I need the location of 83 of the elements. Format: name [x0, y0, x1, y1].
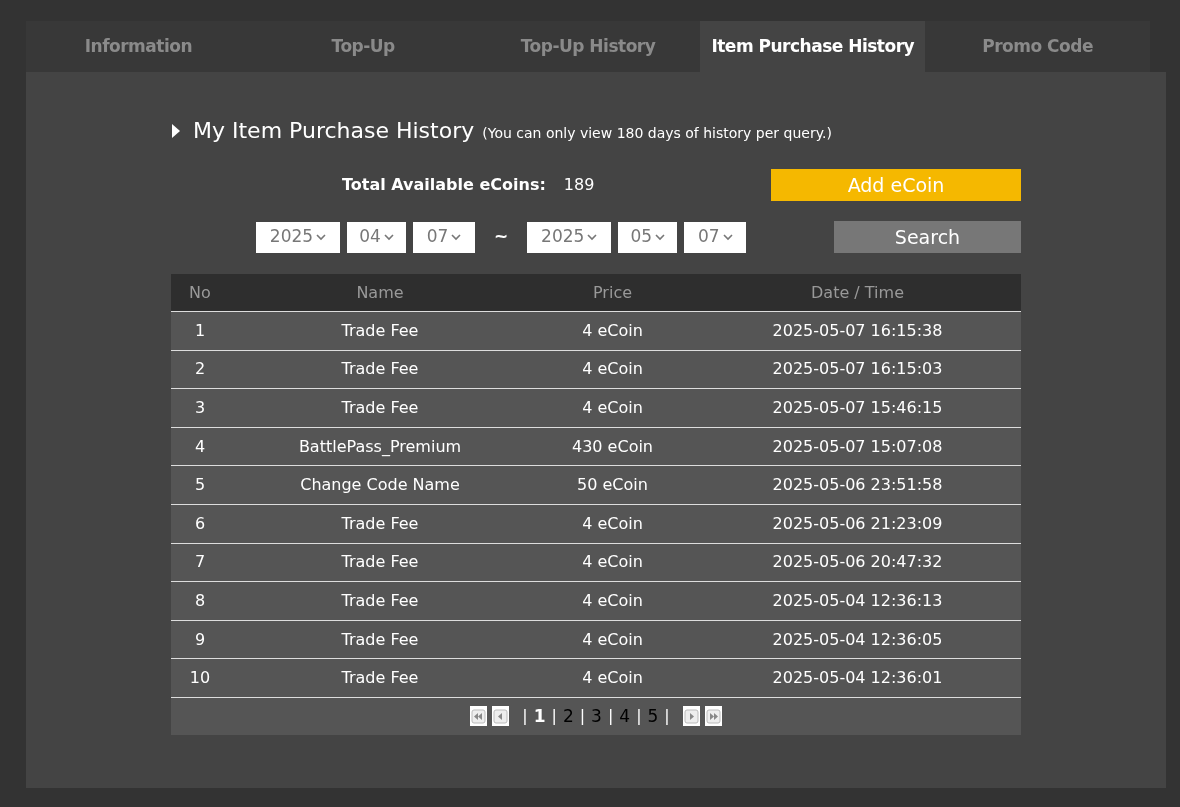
column-header: Date / Time — [810, 281, 905, 304]
table-cell-text: 6 — [193, 512, 207, 535]
table-cell-text: 4 eCoin — [581, 667, 644, 690]
table-cell-text: Change Code Name — [299, 474, 461, 497]
table-cell-text: 4 eCoin — [581, 628, 644, 651]
table-cell-text: BattlePass_Premium — [297, 435, 463, 458]
date-dropdown[interactable]: 2025 — [256, 221, 340, 253]
date-dropdown[interactable]: 2025 — [527, 221, 612, 253]
range-separator: ~ — [494, 225, 509, 249]
tab[interactable]: Promo Code — [925, 21, 1150, 72]
table-cell-text: 2025-05-06 21:23:09 — [771, 512, 944, 535]
tab[interactable]: Top-Up History — [475, 21, 701, 72]
table-cell-text: 2025-05-07 15:07:08 — [771, 435, 944, 458]
table-cell-text: 1 — [193, 319, 207, 342]
tab[interactable]: Information — [26, 21, 251, 72]
table-cell-text: 4 — [193, 435, 207, 458]
table-cell-text: 9 — [193, 628, 207, 651]
chevron-down-icon — [451, 233, 462, 241]
page-separator: | — [664, 705, 670, 728]
table-cell-text: 4 eCoin — [581, 319, 644, 342]
date-dropdown[interactable]: 07 — [413, 221, 475, 253]
table-cell-text: 2025-05-04 12:36:13 — [771, 589, 944, 612]
last-page-icon[interactable] — [704, 706, 722, 727]
table-cell-text: Trade Fee — [340, 512, 420, 535]
column-header: No — [188, 281, 212, 304]
triangle-icon — [171, 123, 181, 138]
table-cell-text: Trade Fee — [340, 397, 420, 419]
column-header: Name — [355, 281, 405, 304]
table-cell-text: 4 eCoin — [581, 397, 644, 419]
table-cell-text: 10 — [188, 667, 212, 690]
table-cell-text: 2025-05-06 23:51:58 — [771, 474, 944, 497]
table-cell-text: Trade Fee — [340, 551, 420, 574]
table-cell-text: 2025-05-07 15:46:15 — [771, 397, 944, 419]
table-cell-text: 430 eCoin — [571, 435, 654, 458]
table-cell-text: 4 eCoin — [581, 589, 644, 612]
page-link[interactable]: 3 — [591, 703, 602, 730]
table-cell-text: Trade Fee — [340, 319, 420, 342]
chevron-down-icon — [587, 233, 598, 241]
chevron-down-icon — [316, 233, 327, 241]
page-separator: | — [522, 705, 528, 728]
table-cell-text: Trade Fee — [340, 589, 420, 612]
table-cell-text: 2025-05-07 16:15:38 — [771, 319, 944, 342]
section-note: (You can only view 180 days of history per query.) — [482, 124, 832, 143]
search-button[interactable]: Search — [834, 221, 1021, 253]
date-dropdown[interactable]: 07 — [684, 221, 747, 253]
page-link[interactable]: 1 — [533, 703, 546, 730]
balance-value: 189 — [563, 174, 595, 196]
table-cell-text: 2025-05-07 16:15:03 — [771, 358, 944, 381]
table-cell-text: 8 — [193, 589, 207, 612]
table-cell-text: 4 eCoin — [581, 512, 644, 535]
table-cell-text: 4 eCoin — [581, 358, 644, 381]
table-cell-text: 3 — [193, 397, 207, 419]
balance-label: Total Available eCoins: — [342, 174, 546, 196]
section-title: My Item Purchase History — [193, 117, 475, 145]
tab[interactable]: Item Purchase History — [700, 21, 926, 72]
table-cell-text: Trade Fee — [340, 628, 420, 651]
table-cell-text: 2025-05-06 20:47:32 — [771, 551, 944, 574]
chevron-down-icon — [383, 233, 394, 241]
table-cell-text: 7 — [193, 551, 207, 574]
chevron-down-icon — [722, 233, 733, 241]
page-link[interactable]: 4 — [619, 703, 631, 730]
table-cell-text: 50 eCoin — [576, 474, 649, 497]
next-page-icon[interactable] — [682, 706, 700, 727]
table-cell-text: Trade Fee — [340, 667, 420, 690]
tab[interactable]: Top-Up — [250, 21, 476, 72]
table-cell-text: 2025-05-04 12:36:01 — [771, 667, 944, 690]
page-separator: | — [636, 705, 642, 728]
table-cell-text: 2 — [193, 358, 207, 381]
page-separator: | — [607, 705, 614, 728]
page-separator: | — [551, 705, 557, 728]
page-link[interactable]: 2 — [562, 703, 574, 730]
chevron-down-icon — [655, 233, 666, 241]
page-link[interactable]: 5 — [647, 703, 659, 730]
table-cell-text: 2025-05-04 12:36:05 — [771, 628, 944, 651]
table-cell-text: 5 — [193, 474, 207, 497]
table-cell-text: 4 eCoin — [581, 551, 644, 574]
date-dropdown[interactable]: 05 — [618, 221, 678, 253]
column-header: Price — [592, 281, 633, 304]
page-separator: | — [579, 705, 586, 728]
date-dropdown[interactable]: 04 — [347, 221, 406, 253]
table-cell-text: Trade Fee — [340, 358, 420, 381]
first-page-icon[interactable] — [470, 706, 488, 727]
previous-page-icon[interactable] — [492, 706, 510, 727]
